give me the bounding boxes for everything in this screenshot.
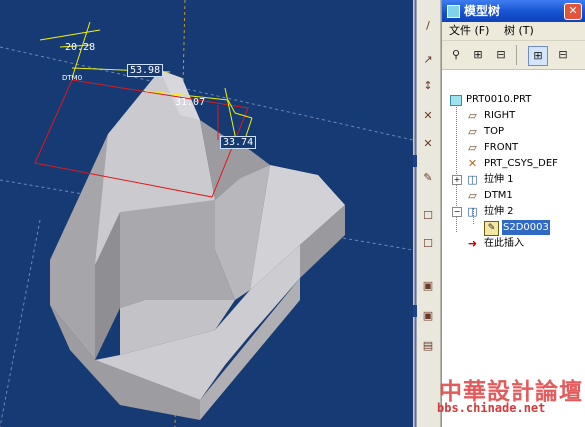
model-tree-titlebar[interactable]: 模型树 ✕ [442, 0, 585, 22]
extrude-icon: ◫ [467, 173, 478, 186]
tree-item-label: TOP [484, 126, 505, 137]
tree-item-label: PRT_CSYS_DEF [484, 158, 558, 169]
sketch-icon: ✎ [484, 221, 499, 236]
toolbar-separator [516, 45, 517, 65]
tree-item-label: 拉伸 2 [484, 206, 514, 217]
close-icon[interactable]: ✕ [564, 3, 582, 20]
close-x-icon[interactable]: ✕ [420, 136, 436, 152]
dimension-label[interactable]: 53.98 [127, 64, 164, 77]
view-icon[interactable]: ▣ [420, 308, 436, 324]
tree-item-label: PRT0010.PRT [466, 94, 532, 105]
layer-icon[interactable]: ▤ [420, 338, 436, 354]
insert-here-icon: ➜ [467, 237, 478, 250]
extrude-icon: ◫ [467, 205, 478, 218]
model-tree-icon [447, 5, 460, 18]
sketch-ref-label: DTM0 [62, 74, 82, 82]
menu-file[interactable]: 文件 (F) [449, 22, 489, 40]
tree-item-label: DTM1 [484, 190, 513, 201]
binoculars-icon[interactable]: ⚲ [447, 46, 465, 64]
model-tree-list: PRT0010.PRT ▱ RIGHT ▱ TOP ▱ FRONT ✕ PRT_… [442, 70, 585, 370]
line-tool-icon[interactable]: ↗ [420, 52, 436, 68]
datum-plane-icon: ▱ [468, 141, 477, 154]
graphics-viewport[interactable]: DTM0 20.28 53.98 31.07 33.74 [0, 0, 413, 427]
tree-settings-icon[interactable]: ⊟ [554, 46, 572, 64]
tree-item-label: 在此插入 [484, 238, 524, 249]
dimension-label[interactable]: 20.28 [65, 42, 95, 53]
watermark-url: bbs.chinade.net [437, 401, 546, 415]
close-x-icon[interactable]: ✕ [420, 108, 436, 124]
datum-plane-icon: ▱ [468, 189, 477, 202]
tree-expand-icon[interactable]: ⊞ [469, 46, 487, 64]
part-body[interactable] [50, 70, 345, 420]
forum-watermark: 中華設計論壇 bbs.chinade.net [429, 370, 585, 427]
sketch-toolbar: / ↗ ↕ ✕ ✕ ✎ ☐ ☐ ▣ ▣ ▤ [417, 0, 441, 427]
expand-plus-icon[interactable]: + [452, 175, 462, 185]
sketch-pencil-icon[interactable]: / [420, 18, 436, 34]
dim-icon[interactable]: ↕ [420, 78, 436, 94]
collapse-minus-icon[interactable]: − [452, 207, 462, 217]
model-tree-toolbar: ⚲ ⊞ ⊟ ⊞ ⊟ [442, 41, 585, 70]
checkbox-icon[interactable]: ☐ [420, 236, 436, 252]
dimension-label[interactable]: 33.74 [220, 136, 257, 149]
model-tree-panel: 模型树 ✕ 文件 (F) 树 (T) ⚲ ⊞ ⊟ ⊞ ⊟ PRT0010.PRT… [441, 0, 585, 427]
csys-icon: ✕ [467, 157, 478, 170]
model-tree-title: 模型树 [464, 4, 501, 18]
model-canvas[interactable]: DTM0 [0, 0, 413, 427]
tree-item-label: RIGHT [484, 110, 516, 121]
edit-icon[interactable]: ✎ [420, 170, 436, 186]
view-icon[interactable]: ▣ [420, 278, 436, 294]
part-icon [450, 95, 462, 106]
datum-plane-icon: ▱ [468, 109, 477, 122]
tree-filter-icon[interactable]: ⊞ [528, 46, 548, 66]
checkbox-icon[interactable]: ☐ [420, 208, 436, 224]
datum-plane-edge [0, 219, 41, 427]
tree-columns-icon[interactable]: ⊟ [492, 46, 510, 64]
tree-item-label: S2D0003 [502, 220, 550, 235]
tree-item-label: FRONT [484, 142, 519, 153]
dimension-label[interactable]: 31.07 [175, 97, 205, 108]
datum-plane-icon: ▱ [468, 125, 477, 138]
menu-tree[interactable]: 树 (T) [504, 22, 534, 40]
model-tree-menubar: 文件 (F) 树 (T) [442, 22, 585, 41]
tree-item-label: 拉伸 1 [484, 174, 514, 185]
